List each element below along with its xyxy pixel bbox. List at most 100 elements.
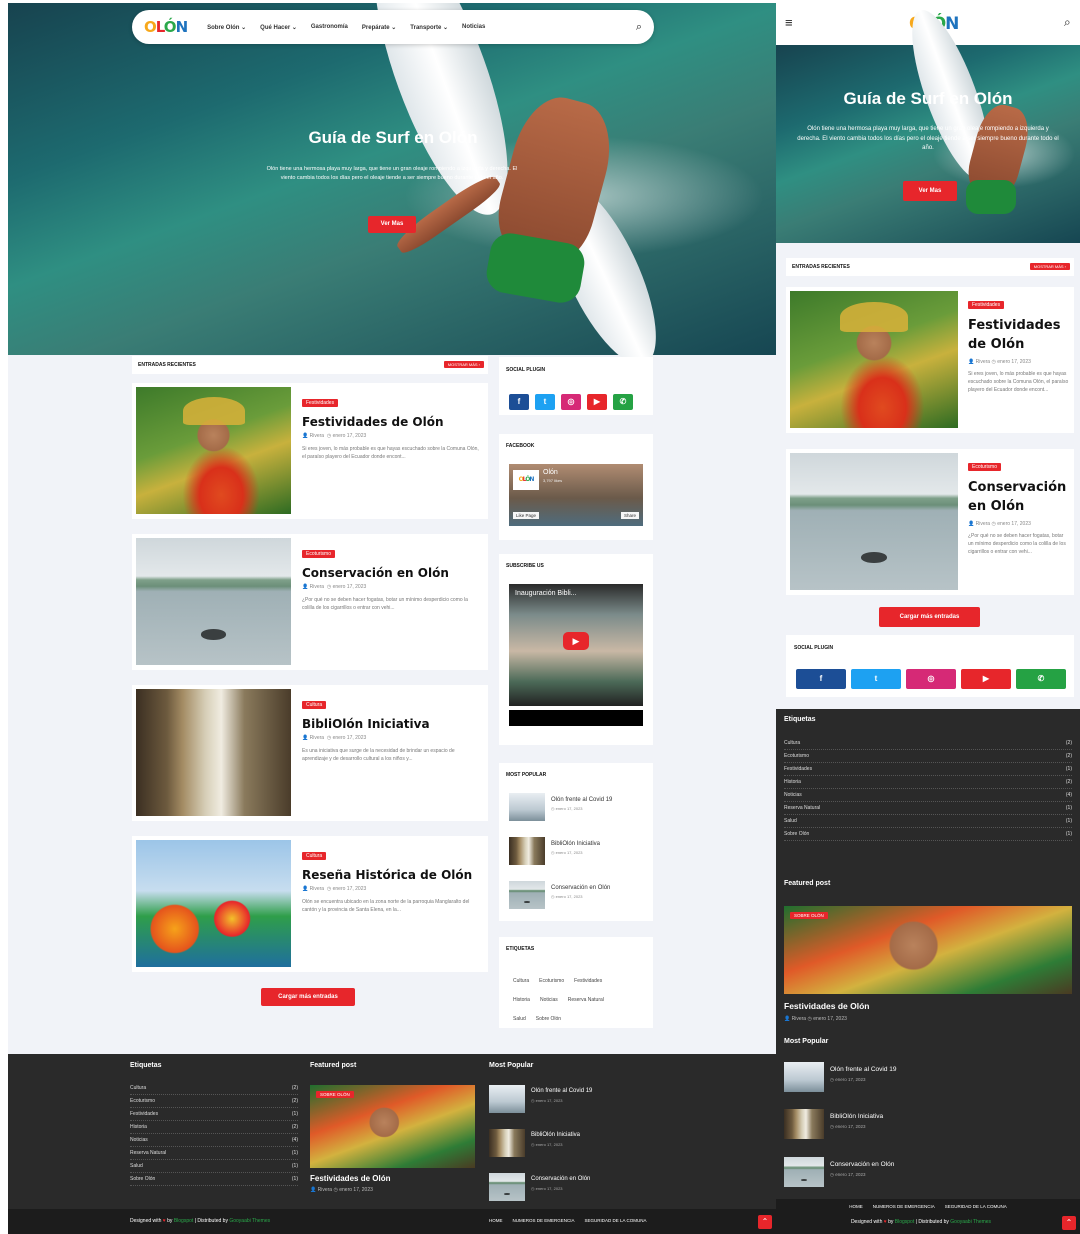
tag-link[interactable]: Festividades — [574, 978, 602, 984]
post-title[interactable]: Festividades de Olón — [302, 415, 480, 429]
theme-link[interactable]: Gooyaabi Themes — [229, 1218, 270, 1224]
label-name[interactable]: Sobre Olón — [130, 1176, 155, 1182]
post-thumbnail[interactable] — [790, 453, 958, 590]
label-name[interactable]: Cultura — [130, 1085, 146, 1091]
label-row[interactable]: Festividades (1) — [130, 1108, 298, 1121]
label-name[interactable]: Sobre Olón — [784, 831, 809, 837]
theme-link[interactable]: Gooyaabi Themes — [950, 1219, 991, 1225]
post-card[interactable]: Festividades Festividades de Olón 👤 Rive… — [786, 287, 1074, 433]
label-row[interactable]: Sobre Olón (1) — [130, 1173, 298, 1186]
show-more-button[interactable]: MOSTRAR MÁS › — [443, 361, 484, 368]
tag-link[interactable]: Reserva Natural — [568, 997, 604, 1003]
label-row[interactable]: Sobre Olón (1) — [784, 828, 1072, 841]
label-name[interactable]: Salud — [784, 818, 797, 824]
popular-title[interactable]: Olón frente al Covid 19 — [830, 1066, 896, 1073]
popular-title[interactable]: BibliOlón Iniciativa — [531, 1132, 580, 1138]
label-name[interactable]: Reserva Natural — [130, 1150, 166, 1156]
popular-title[interactable]: BibliOlón Iniciativa — [830, 1113, 883, 1120]
popular-title[interactable]: Conservación en Olón — [551, 885, 610, 891]
tag-link[interactable]: Noticias — [540, 997, 558, 1003]
tag-link[interactable]: Sobre Olón — [536, 1016, 561, 1022]
label-name[interactable]: Noticias — [784, 792, 802, 798]
youtube-play-icon[interactable]: ▶ — [563, 632, 589, 650]
popular-title[interactable]: Conservación en Olón — [531, 1176, 590, 1182]
popular-thumbnail[interactable] — [784, 1109, 824, 1139]
nav-gastronomia[interactable]: Gastronomía — [311, 24, 348, 30]
featured-thumbnail[interactable]: SOBRE OLÓN — [310, 1085, 475, 1168]
instagram-icon[interactable]: ◎ — [906, 669, 956, 689]
show-more-button[interactable]: MOSTRAR MÁS › — [1029, 263, 1070, 270]
post-title[interactable]: Reseña Histórica de Olón — [302, 868, 480, 882]
label-row[interactable]: Reserva Natural (1) — [784, 802, 1072, 815]
featured-badge[interactable]: SOBRE OLÓN — [790, 912, 828, 919]
tag-link[interactable]: Historia — [513, 997, 530, 1003]
label-row[interactable]: Salud (1) — [130, 1160, 298, 1173]
popular-thumbnail[interactable] — [784, 1157, 824, 1187]
featured-thumbnail[interactable]: SOBRE OLÓN — [784, 906, 1072, 994]
instagram-icon[interactable]: ◎ — [561, 394, 581, 410]
post-card[interactable]: Ecoturismo Conservación en Olón 👤 Rivera… — [132, 534, 488, 670]
nav-transporte[interactable]: Transporte ⌄ — [410, 24, 448, 31]
label-name[interactable]: Reserva Natural — [784, 805, 820, 811]
youtube-video-embed[interactable]: Inauguración Bibli... ▶ — [509, 584, 643, 706]
featured-badge[interactable]: SOBRE OLÓN — [316, 1091, 354, 1098]
nav-preparate[interactable]: Prepárate ⌄ — [362, 24, 396, 31]
featured-title[interactable]: Festividades de Olón — [310, 1174, 390, 1183]
popular-thumbnail[interactable] — [489, 1173, 525, 1201]
label-name[interactable]: Festividades — [130, 1111, 158, 1117]
footer-link-seguridad[interactable]: SEGURIDAD DE LA COMUNA — [585, 1218, 647, 1223]
post-card[interactable]: Ecoturismo Conservación en Olón 👤 Rivera… — [786, 449, 1074, 595]
popular-title[interactable]: BibliOlón Iniciativa — [551, 841, 600, 847]
popular-title[interactable]: Olón frente al Covid 19 — [551, 797, 612, 803]
popular-thumbnail[interactable] — [489, 1129, 525, 1157]
post-tag[interactable]: Festividades — [302, 399, 339, 407]
label-row[interactable]: Historia (2) — [784, 776, 1072, 789]
post-tag[interactable]: Cultura — [302, 852, 327, 860]
label-row[interactable]: Noticias (4) — [784, 789, 1072, 802]
tag-link[interactable]: Ecoturismo — [539, 978, 564, 984]
nav-que-hacer[interactable]: Qué Hacer ⌄ — [260, 24, 297, 31]
popular-title[interactable]: Olón frente al Covid 19 — [531, 1088, 592, 1094]
post-thumbnail[interactable] — [136, 840, 291, 967]
label-row[interactable]: Reserva Natural (1) — [130, 1147, 298, 1160]
whatsapp-icon[interactable]: ✆ — [1016, 669, 1066, 689]
label-name[interactable]: Historia — [130, 1124, 147, 1130]
facebook-icon[interactable]: f — [509, 394, 529, 410]
popular-title[interactable]: Conservación en Olón — [830, 1161, 894, 1168]
post-tag[interactable]: Ecoturismo — [302, 550, 336, 558]
popular-thumbnail[interactable] — [509, 837, 545, 865]
label-row[interactable]: Ecoturismo (2) — [130, 1095, 298, 1108]
whatsapp-icon[interactable]: ✆ — [613, 394, 633, 410]
post-title[interactable]: Festividades de Olón — [968, 317, 1070, 355]
post-thumbnail[interactable] — [136, 538, 291, 665]
search-icon[interactable]: ⌕ — [636, 21, 642, 34]
blogspot-link[interactable]: Blogspot — [895, 1219, 914, 1225]
footer-link-emergencia[interactable]: NUMEROS DE EMERGENCIA — [873, 1204, 935, 1209]
label-name[interactable]: Cultura — [784, 740, 800, 746]
twitter-icon[interactable]: t — [535, 394, 555, 410]
post-card[interactable]: Festividades Festividades de Olón 👤 Rive… — [132, 383, 488, 519]
post-tag[interactable]: Festividades — [968, 301, 1005, 309]
nav-noticias[interactable]: Noticias — [462, 24, 485, 30]
youtube-icon[interactable]: ▶ — [587, 394, 607, 410]
fb-like-page-button[interactable]: Like Page — [513, 512, 540, 519]
label-name[interactable]: Ecoturismo — [130, 1098, 155, 1104]
hero-ver-mas-button[interactable]: Ver Mas — [368, 216, 416, 233]
label-name[interactable]: Noticias — [130, 1137, 148, 1143]
back-to-top-button[interactable]: ⌃ — [1062, 1216, 1076, 1230]
label-row[interactable]: Festividades (1) — [784, 763, 1072, 776]
footer-link-home[interactable]: HOME — [489, 1218, 503, 1223]
tag-link[interactable]: Salud — [513, 1016, 526, 1022]
label-name[interactable]: Festividades — [784, 766, 812, 772]
twitter-icon[interactable]: t — [851, 669, 901, 689]
post-thumbnail[interactable] — [136, 387, 291, 514]
label-row[interactable]: Noticias (4) — [130, 1134, 298, 1147]
label-name[interactable]: Historia — [784, 779, 801, 785]
footer-link-seguridad[interactable]: SEGURIDAD DE LA COMUNA — [945, 1204, 1007, 1209]
post-tag[interactable]: Ecoturismo — [968, 463, 1002, 471]
label-name[interactable]: Salud — [130, 1163, 143, 1169]
popular-thumbnail[interactable] — [784, 1062, 824, 1092]
hamburger-menu-icon[interactable]: ≡ — [785, 15, 793, 30]
footer-popular-item[interactable]: BibliOlón Iniciativa ◷ enero 17, 2023 — [489, 1129, 659, 1159]
label-name[interactable]: Ecoturismo — [784, 753, 809, 759]
